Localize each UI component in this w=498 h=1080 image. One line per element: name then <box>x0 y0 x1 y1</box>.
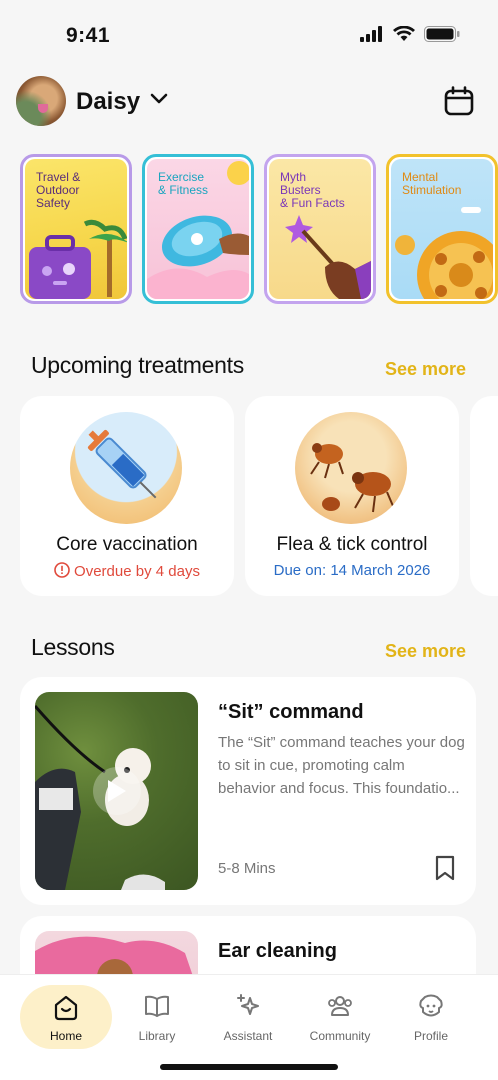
book-icon <box>145 995 169 1017</box>
lessons-see-more-link[interactable]: See more <box>385 641 466 662</box>
suitcase-icon <box>29 219 127 299</box>
syringe-illustration <box>70 412 182 524</box>
lesson-title: Ear cleaning <box>218 940 337 962</box>
story-label: Travel & Outdoor Safety <box>36 170 81 210</box>
tab-label: Home <box>49 1029 82 1043</box>
tab-label: Library <box>138 1029 176 1043</box>
treatment-card-flea[interactable]: Flea & tick control Due on: 14 March 202… <box>245 396 459 596</box>
tab-assistant[interactable]: Assistant <box>202 983 294 1051</box>
avatar[interactable] <box>16 76 66 126</box>
treatment-card-partial[interactable] <box>470 396 498 596</box>
flea-icon <box>310 443 394 513</box>
community-icon <box>328 996 352 1016</box>
tab-profile[interactable]: Profile <box>385 983 477 1051</box>
home-icon <box>54 995 78 1021</box>
lesson-duration: 5-8 Mins <box>218 860 276 877</box>
lesson-card-sit[interactable]: “Sit” command The “Sit” command teaches … <box>20 677 476 905</box>
lesson-title: “Sit” command <box>218 701 364 723</box>
syringe-icon <box>87 429 157 499</box>
frisbee-icon <box>147 161 249 299</box>
tab-label: Community <box>309 1029 371 1043</box>
treatments-row: Core vaccination Overdue by 4 days Flea … <box>20 396 498 596</box>
story-label: Mental Stimulation <box>402 170 462 197</box>
treatment-name: Flea & tick control <box>276 534 428 555</box>
puzzle-feeder-icon <box>395 207 493 299</box>
treatment-name: Core vaccination <box>56 534 198 555</box>
status-icons <box>360 26 460 42</box>
flea-illustration <box>295 412 407 524</box>
signal-icon <box>360 26 382 42</box>
chevron-down-icon[interactable] <box>150 92 168 106</box>
treatment-status-text: Due on: 14 March 2026 <box>273 562 431 579</box>
treatment-status-text: Overdue by 4 days <box>74 563 200 580</box>
sparkles-icon <box>237 994 259 1015</box>
lessons-title: Lessons <box>31 634 115 660</box>
alert-circle-icon <box>54 562 70 578</box>
tab-community[interactable]: Community <box>294 983 386 1051</box>
home-indicator <box>160 1064 338 1070</box>
treatment-status: Overdue by 4 days <box>20 562 234 580</box>
magic-wand-icon <box>285 215 371 299</box>
tab-label: Profile <box>413 1029 448 1043</box>
treatments-see-more-link[interactable]: See more <box>385 359 466 380</box>
story-exercise[interactable]: Exercise & Fitness <box>142 154 254 304</box>
tab-home[interactable]: Home <box>20 985 112 1049</box>
story-travel[interactable]: Travel & Outdoor Safety <box>20 154 132 304</box>
tab-library[interactable]: Library <box>111 983 203 1051</box>
header: Daisy <box>16 76 482 128</box>
stories-row: Travel & Outdoor Safety Exercise & Fitne… <box>20 154 498 304</box>
treatment-card-vaccination[interactable]: Core vaccination Overdue by 4 days <box>20 396 234 596</box>
story-myth[interactable]: Myth Busters & Fun Facts <box>264 154 376 304</box>
tab-label: Assistant <box>223 1029 273 1043</box>
lesson-video-thumbnail[interactable] <box>35 692 198 890</box>
calendar-icon[interactable] <box>444 86 474 116</box>
wifi-icon <box>393 26 415 41</box>
dog-face-icon <box>419 994 443 1017</box>
story-mental[interactable]: Mental Stimulation <box>386 154 498 304</box>
status-bar: 9:41 <box>0 0 498 72</box>
treatments-title: Upcoming treatments <box>31 352 244 378</box>
pet-name[interactable]: Daisy <box>76 88 140 116</box>
battery-icon <box>424 26 460 42</box>
lesson-description: The “Sit” command teaches your dog to si… <box>218 734 465 797</box>
play-icon[interactable] <box>105 778 129 804</box>
bookmark-icon[interactable] <box>434 855 456 881</box>
status-time: 9:41 <box>66 24 111 47</box>
